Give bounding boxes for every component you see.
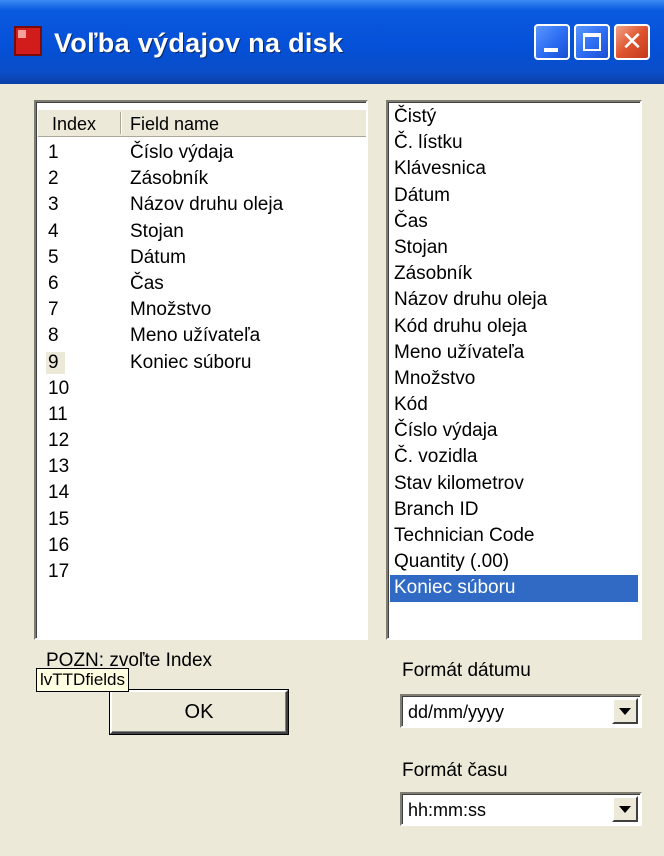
list-item[interactable]: Kód druhu oleja [390,314,638,340]
table-row[interactable]: 8 Meno užívateľa [38,323,366,349]
listbox-items: Čistý Č. lístku Klávesnica Dátum Čas Stojan Zá… [390,104,638,602]
close-icon: ✕ [621,27,643,57]
list-item[interactable]: Čistý [390,104,638,130]
tooltip: lvTTDfields [36,668,130,692]
table-row[interactable]: 10 [38,376,366,402]
list-item[interactable]: Číslo výdaja [390,418,638,444]
row-index: 13 [48,456,70,478]
table-row[interactable]: 14 [38,480,366,506]
column-divider[interactable] [120,112,122,134]
list-item[interactable]: Stav kilometrov [390,471,638,497]
time-format-label: Formát času [402,760,508,781]
row-field-name: Množstvo [130,299,212,321]
table-row[interactable]: 12 [38,428,366,454]
row-field-name: Názov druhu oleja [130,194,284,216]
list-item[interactable]: Klávesnica [390,156,638,182]
table-row[interactable]: 11 [38,402,366,428]
date-format-label: Formát dátumu [402,660,531,681]
time-format-value: hh:mm:ss [408,800,487,820]
ok-button-label: OK [184,701,214,723]
list-item[interactable]: Technician Code [390,523,638,549]
minimize-icon [544,48,558,52]
row-index: 9 [46,351,65,374]
list-item[interactable]: Dátum [390,183,638,209]
row-index: 15 [48,508,70,530]
table-row[interactable]: 9 Koniec súboru [38,350,366,376]
table-row[interactable]: 6 Čas [38,271,366,297]
table-row[interactable]: 7 Množstvo [38,297,366,323]
maximize-icon [583,33,601,51]
row-field-name: Dátum [130,246,186,268]
list-item[interactable]: Názov druhu oleja [390,287,638,313]
list-item[interactable]: Č. lístku [390,130,638,156]
row-field-name: Stojan [130,220,184,242]
fields-list-view[interactable]: Index Field name 1 Číslo výdaja 2 Zásobník 3… [34,100,368,640]
row-index: 2 [48,168,59,190]
list-item[interactable]: Koniec súboru [390,575,638,602]
list-item[interactable]: Quantity (.00) [390,549,638,575]
date-format-value: dd/mm/yyyy [408,702,505,722]
table-row[interactable]: 15 [38,507,366,533]
list-item[interactable]: Zásobník [390,261,638,287]
close-button[interactable]: ✕ [614,24,650,60]
chevron-down-icon [619,708,631,715]
minimize-button[interactable] [534,24,570,60]
row-index: 5 [48,246,59,268]
column-header-index[interactable]: Index [52,114,96,135]
list-item[interactable]: Č. vozidla [390,444,638,470]
table-row[interactable]: 16 [38,533,366,559]
maximize-button[interactable] [574,24,610,60]
chevron-down-icon [619,806,631,813]
table-row[interactable]: 1 Číslo výdaja [38,140,366,166]
row-field-name: Čas [130,272,164,294]
row-index: 10 [48,377,70,399]
table-row[interactable]: 3 Názov druhu oleja [38,192,366,218]
row-index: 4 [48,220,59,242]
row-index: 14 [48,482,70,504]
list-item[interactable]: Meno užívateľa [390,340,638,366]
time-format-select[interactable]: hh:mm:ss [400,792,642,826]
row-field-name: Meno užívateľa [130,325,261,347]
row-index: 8 [48,325,59,347]
row-field-name: Číslo výdaja [130,142,234,163]
row-index: 12 [48,430,70,452]
available-fields-listbox[interactable]: Čistý Č. lístku Klávesnica Dátum Čas Stojan Zá… [386,100,642,640]
list-item[interactable]: Kód [390,392,638,418]
app-icon[interactable] [14,26,42,56]
table-row[interactable]: 17 [38,559,366,585]
row-index: 16 [48,534,70,556]
ok-button[interactable]: OK [110,690,288,734]
time-format-dropdown-button[interactable] [612,796,638,822]
date-format-select[interactable]: dd/mm/yyyy [400,694,642,728]
list-item[interactable]: Množstvo [390,366,638,392]
list-item[interactable]: Stojan [390,235,638,261]
title-bar[interactable]: Voľba výdajov na disk ✕ [0,0,664,84]
row-index: 1 [48,142,59,163]
table-row[interactable]: 4 Stojan [38,219,366,245]
row-index: 3 [48,194,59,216]
row-field-name: Zásobník [130,168,209,190]
row-index: 17 [48,561,70,582]
list-item[interactable]: Čas [390,209,638,235]
row-index: 6 [48,272,59,294]
table-row[interactable]: 5 Dátum [38,245,366,271]
list-rows: 1 Číslo výdaja 2 Zásobník 3 Názov druhu oleja… [38,140,366,585]
row-index: 11 [48,403,68,425]
list-item[interactable]: Branch ID [390,497,638,523]
date-format-dropdown-button[interactable] [612,698,638,724]
column-header-field-name[interactable]: Field name [130,114,219,135]
row-field-name: Koniec súboru [130,351,252,373]
table-row[interactable]: 2 Zásobník [38,166,366,192]
table-row[interactable]: 13 [38,454,366,480]
window-title: Voľba výdajov na disk [54,28,344,58]
list-header: Index Field name [38,110,366,137]
row-index: 7 [48,299,59,321]
